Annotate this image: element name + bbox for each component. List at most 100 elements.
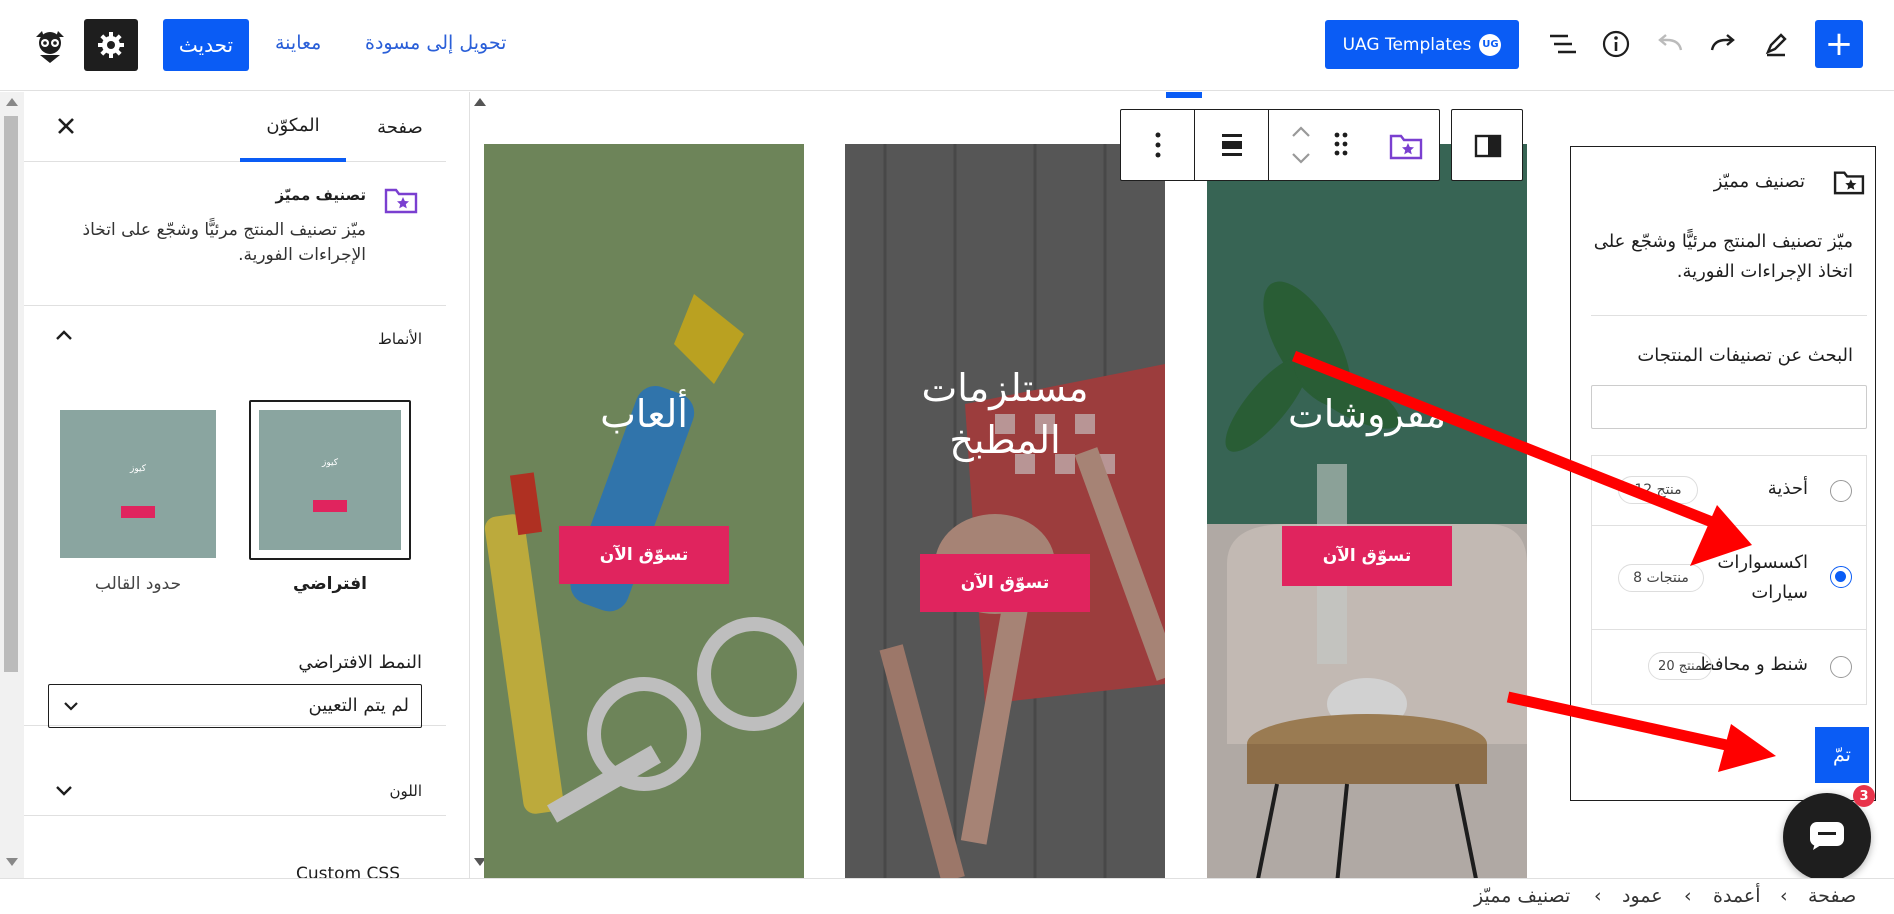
editor-top-bar: + UAG Templates UG تحويل إلى مسودة معاين… <box>0 0 1894 91</box>
chat-icon <box>1809 821 1845 851</box>
featured-category-icon <box>1833 169 1865 195</box>
custom-css-heading[interactable]: Custom CSS <box>296 864 400 878</box>
block-toolbar <box>1120 109 1440 181</box>
category-label: أحذية <box>1767 478 1808 499</box>
category-option-bags[interactable]: شنط و محافظ 20 منتج <box>1592 630 1866 704</box>
uag-templates-button[interactable]: UAG Templates UG <box>1325 20 1519 69</box>
breadcrumb-item-featured-category: تصنيف مميّز <box>1474 885 1571 907</box>
category-label: اكسسوارات سيارات <box>1717 552 1808 603</box>
uag-logo-icon: UG <box>1479 33 1502 56</box>
block-description: ميّز تصنيف المنتج مرئيًّا وشجّع على اتخا… <box>82 220 366 265</box>
align-icon[interactable] <box>1195 110 1269 180</box>
radio-checked[interactable] <box>1830 566 1852 588</box>
color-toggle-chevron-down-icon[interactable] <box>54 784 74 798</box>
popup-title: تصنيف مميّز <box>1713 171 1805 192</box>
chat-launcher[interactable]: 3 <box>1783 785 1875 881</box>
undo-icon[interactable] <box>1650 24 1690 64</box>
preview-title: كيوز <box>322 458 338 468</box>
featured-category-block-icon[interactable] <box>1389 132 1423 160</box>
close-icon[interactable] <box>54 114 82 142</box>
drag-handle-icon[interactable] <box>1333 132 1353 160</box>
plugin-avatar-icon[interactable] <box>30 26 70 66</box>
category-option-car-accessories[interactable]: اكسسوارات سيارات 8 منتجات <box>1592 526 1866 630</box>
sidebar-scroll-thumb[interactable] <box>4 116 18 672</box>
update-button[interactable]: تحديث <box>163 19 249 71</box>
radio-unchecked[interactable] <box>1830 480 1852 502</box>
category-option-shoes[interactable]: أحذية 12 منتج <box>1592 456 1866 526</box>
tab-page[interactable]: صفحة <box>360 92 440 162</box>
add-block-button[interactable]: + <box>1815 20 1863 68</box>
breadcrumb-item-column[interactable]: عمود <box>1622 885 1663 907</box>
radio-unchecked[interactable] <box>1830 656 1852 678</box>
sidebar-scrollbar[interactable] <box>0 92 24 878</box>
style-preview-default: كيوز <box>259 410 401 550</box>
block-breadcrumb: صفحة ‹ أعمدة ‹ عمود ‹ تصنيف مميّز <box>0 878 1894 914</box>
preview-title: كيوز <box>130 464 146 474</box>
more-options-icon[interactable] <box>1121 110 1195 180</box>
style-option-default[interactable]: كيوز <box>249 400 411 560</box>
category-list: أحذية 12 منتج اكسسوارات سيارات 8 منتجات … <box>1591 455 1867 705</box>
product-count-badge: 12 منتج <box>1618 476 1698 504</box>
preview-button <box>121 506 155 518</box>
tab-block[interactable]: المكوّن <box>240 92 346 162</box>
shop-now-button[interactable]: تسوّق الآن <box>920 554 1090 612</box>
style-preview-border: كيوز <box>60 410 216 558</box>
settings-gear-icon[interactable] <box>84 19 138 71</box>
column-kitchen[interactable]: مستلزمات المطبخ تسوّق الآن <box>845 144 1165 878</box>
search-label: البحث عن تصنيفات المنتجات <box>1637 345 1853 366</box>
popup-divider <box>1591 315 1867 316</box>
kitchen-photo <box>845 144 1165 878</box>
uag-templates-label: UAG Templates <box>1342 34 1472 55</box>
scroll-down-icon[interactable] <box>6 858 18 866</box>
featured-category-placeholder: تصنيف مميّز ميّز تصنيف المنتج مرئيًّا وش… <box>1570 146 1876 801</box>
default-style-label: النمط الافتراضي <box>298 652 422 673</box>
column-toys[interactable]: ألعاب تسوّق الآن <box>484 144 804 878</box>
product-count-badge: 20 منتج <box>1648 652 1712 680</box>
sidebar-tabs: المكوّن صفحة <box>24 92 446 162</box>
style-border-label: حدود القالب <box>94 574 182 594</box>
category-label: شنط و محافظ <box>1697 654 1808 675</box>
preview-link[interactable]: معاينة <box>275 32 321 54</box>
column-furniture[interactable]: مفروشات تسوّق الآن <box>1207 144 1527 878</box>
block-card: تصنيف مميّز ميّز تصنيف المنتج مرئيًّا وش… <box>24 162 446 306</box>
styles-heading[interactable]: الأنماط <box>378 330 422 348</box>
shop-now-button[interactable]: تسوّق الآن <box>559 526 729 584</box>
column-title: مستلزمات المطبخ <box>921 366 1089 462</box>
move-up-down-icon[interactable] <box>1289 118 1319 172</box>
breadcrumb-item-page[interactable]: صفحة <box>1808 885 1856 907</box>
color-panel[interactable]: اللون <box>24 726 446 816</box>
scroll-up-icon[interactable] <box>6 98 18 106</box>
category-search-input[interactable] <box>1591 385 1867 429</box>
style-default-label: افتراضي <box>293 574 367 594</box>
preview-button <box>313 500 347 512</box>
default-style-value: لم يتم التعيين <box>308 695 410 716</box>
tools-pencil-icon[interactable] <box>1756 24 1796 64</box>
column-title: ألعاب <box>600 392 688 436</box>
breadcrumb-item-columns[interactable]: أعمدة <box>1713 885 1761 907</box>
done-button[interactable]: تمّ <box>1815 727 1869 783</box>
chevron-icon: ‹ <box>1780 885 1788 907</box>
list-view-icon[interactable] <box>1542 24 1582 64</box>
selected-block-indicator <box>1166 92 1202 98</box>
parent-block-toolbar <box>1451 109 1523 181</box>
style-option-border[interactable]: كيوز <box>60 410 216 558</box>
furniture-photo <box>1207 144 1527 878</box>
default-style-select[interactable]: لم يتم التعيين <box>48 684 422 728</box>
select-parent-columns-icon[interactable] <box>1474 134 1502 158</box>
product-count-badge: 8 منتجات <box>1618 564 1704 592</box>
styles-toggle-chevron-up-icon[interactable] <box>54 328 74 342</box>
redo-icon[interactable] <box>1703 24 1743 64</box>
color-heading: اللون <box>389 782 422 800</box>
switch-to-draft-link[interactable]: تحويل إلى مسودة <box>365 32 506 54</box>
settings-sidebar: المكوّن صفحة تصنيف مميّز ميّز تصنيف المن… <box>0 92 470 878</box>
featured-category-icon <box>384 186 418 214</box>
column-title: مفروشات <box>1287 392 1447 436</box>
chevron-icon: ‹ <box>1684 885 1692 907</box>
chat-unread-badge: 3 <box>1853 785 1875 807</box>
toys-photo <box>484 144 804 878</box>
chevron-icon: ‹ <box>1594 885 1602 907</box>
info-icon[interactable] <box>1596 24 1636 64</box>
styles-panel: الأنماط كيوز افتراضي كيوز حدود القالب ال… <box>24 306 446 728</box>
scroll-up-icon[interactable] <box>474 98 486 106</box>
shop-now-button[interactable]: تسوّق الآن <box>1282 526 1452 586</box>
